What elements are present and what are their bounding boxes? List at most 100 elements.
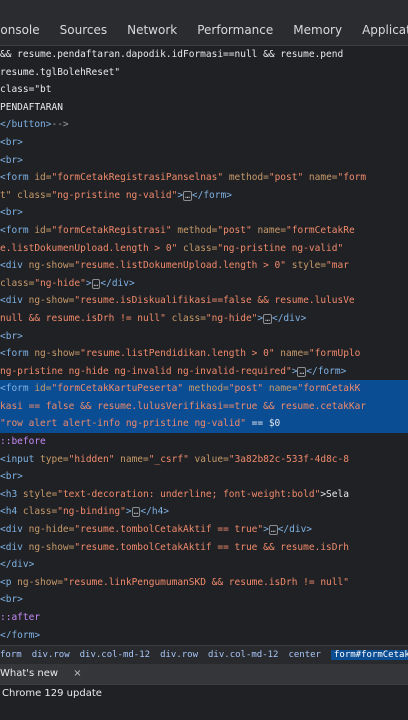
code-token: class= xyxy=(0,277,35,289)
dom-node-line[interactable]: class="ng-hide">… </div> xyxy=(0,275,408,293)
code-token: <form xyxy=(0,224,35,236)
code-token: name= xyxy=(120,453,149,465)
elements-tree[interactable]: && resume.pendaftaran.dapodik.idFormasi=… xyxy=(0,46,408,638)
collapsed-ellipsis-icon[interactable]: … xyxy=(268,525,278,536)
tab-console[interactable]: Console xyxy=(0,23,50,37)
dom-node-line[interactable]: class="bt xyxy=(0,81,408,99)
dom-node-line[interactable]: <h3 style="text-decoration: underline; f… xyxy=(0,486,408,504)
dom-node-line[interactable]: && resume.pendaftaran.dapodik.idFormasi=… xyxy=(0,46,408,64)
collapsed-ellipsis-icon[interactable]: … xyxy=(183,190,192,201)
dom-node-line[interactable]: e.listDokumenUpload.length > 0" class="n… xyxy=(0,240,408,258)
tab-sources[interactable]: Sources xyxy=(50,23,117,37)
code-token: style= xyxy=(22,488,58,500)
dom-node-line[interactable]: <div ng-show="resume.tombolCetakAktif ==… xyxy=(0,539,408,557)
dom-node-line[interactable]: </div> xyxy=(0,556,408,574)
dom-node-line[interactable]: <div ng-show="resume.listDokumenUpload.l… xyxy=(0,257,408,275)
dom-node-line[interactable]: <br> xyxy=(0,204,408,222)
code-token: style= xyxy=(291,260,327,272)
code-token: </div> xyxy=(271,312,307,324)
whats-new-panel: Chrome 129 update xyxy=(0,684,408,720)
selected-dom-node-line[interactable]: kasi == false && resume.lulusVerifikasi=… xyxy=(0,397,408,416)
code-token: class= xyxy=(171,312,206,324)
dom-node-line[interactable]: <h4 class="ng-binding">… </h4> xyxy=(0,503,408,521)
code-token: id= xyxy=(34,383,52,395)
code-token: "3a82b82c-533f-4d8c-8 xyxy=(228,453,349,465)
dom-node-line[interactable]: <input type="hidden" name="_csrf" value=… xyxy=(0,451,408,469)
dom-node-line[interactable]: <form id="formCetakRegistrasiPanselnas" … xyxy=(0,169,408,187)
code-token: ng-show= xyxy=(34,348,81,360)
dom-node-line[interactable]: ::after xyxy=(0,609,408,627)
breadcrumb-item[interactable]: center xyxy=(288,650,321,660)
dom-node-line[interactable]: <div ng-hide="resume.tombolCetakAktif ==… xyxy=(0,521,408,539)
breadcrumb-item[interactable]: div.col-md-12 xyxy=(80,650,150,660)
collapsed-ellipsis-icon[interactable]: … xyxy=(263,313,272,324)
breadcrumb-item[interactable]: form xyxy=(0,650,22,660)
code-token: </div> xyxy=(100,277,135,289)
dom-node-line[interactable]: <br> xyxy=(0,591,408,609)
code-token: name= xyxy=(308,172,338,184)
dom-node-line[interactable]: <br> xyxy=(0,328,408,346)
code-token: ng-show= xyxy=(28,541,75,553)
close-icon[interactable]: × xyxy=(73,668,81,679)
code-token: "ng-pristine ng-valid" xyxy=(51,189,178,201)
selected-dom-node-line[interactable]: "row alert alert-info ng-pristine ng-val… xyxy=(0,415,408,434)
code-token: <br> xyxy=(0,136,23,148)
code-token: PENDAFTARAN xyxy=(0,101,63,113)
code-token: ng-pristine ng-hide ng-invalid ng-invali… xyxy=(0,365,292,377)
dom-node-line[interactable]: PENDAFTARAN xyxy=(0,99,408,117)
dom-node-line[interactable]: ::before xyxy=(0,433,408,451)
code-token: resume.tglBolehReset" xyxy=(0,66,121,78)
tab-performance[interactable]: Performance xyxy=(187,23,283,37)
update-title: Chrome 129 update xyxy=(2,688,102,699)
code-token: <div xyxy=(0,260,29,272)
dom-node-line[interactable]: <p ng-show="resume.linkPengumumanSKD && … xyxy=(0,574,408,592)
code-token: --> xyxy=(51,119,69,131)
code-token: <h3 xyxy=(0,488,23,500)
dom-node-line[interactable]: null && resume.isDrh != null" class="ng-… xyxy=(0,310,408,328)
code-token: method= xyxy=(228,172,269,184)
code-token: method= xyxy=(177,224,218,236)
code-token: </h4> xyxy=(140,506,170,518)
code-token: <input xyxy=(0,453,41,465)
code-token: value= xyxy=(194,453,229,465)
dom-node-line[interactable]: <div ng-show="resume.isDiskualifikasi==f… xyxy=(0,292,408,310)
code-token: "resume.tombolCetakAktif == true && resu… xyxy=(74,541,349,553)
code-token: ng-show= xyxy=(17,576,63,588)
dom-node-line[interactable]: <br> xyxy=(0,468,408,486)
drawer-tab-whats-new[interactable]: What's new xyxy=(0,668,58,679)
drawer-tab-bar: What's new × xyxy=(0,664,408,684)
code-token: ng-hide= xyxy=(28,524,75,536)
dom-node-line[interactable]: <form id="formCetakRegistrasi" method="p… xyxy=(0,222,408,240)
code-token: t" class= xyxy=(0,189,52,201)
collapsed-ellipsis-icon[interactable]: … xyxy=(297,366,307,377)
selected-dom-node-line[interactable]: <form id="formCetakKartuPeserta" method=… xyxy=(0,380,408,398)
code-token: "formCetakRegistrasiPanselnas" xyxy=(51,172,229,184)
code-token: <br> xyxy=(0,594,23,606)
breadcrumb-item[interactable]: div.row xyxy=(160,650,198,660)
dom-node-line[interactable]: t" class="ng-pristine ng-valid">… </form> xyxy=(0,187,408,205)
tab-application[interactable]: Applicat xyxy=(352,23,408,37)
code-token: "post" xyxy=(217,224,258,236)
code-token: "row alert alert-info ng-pristine ng-val… xyxy=(0,418,246,430)
code-token: class="bt xyxy=(0,84,52,96)
code-token: > xyxy=(263,524,269,536)
tab-network[interactable]: Network xyxy=(117,23,187,37)
dom-node-line[interactable]: <br> xyxy=(0,152,408,170)
code-token: <p xyxy=(0,576,18,588)
devtools-tab-bar: Console Sources Network Performance Memo… xyxy=(0,0,408,46)
code-token: <br> xyxy=(0,330,23,342)
breadcrumb-item[interactable]: form#formCetakKartuPe xyxy=(330,650,408,660)
dom-node-line[interactable]: ng-pristine ng-hide ng-invalid ng-invali… xyxy=(0,363,408,381)
dom-node-line[interactable]: <br> xyxy=(0,134,408,152)
dom-node-line[interactable]: </form> xyxy=(0,627,408,638)
tab-memory[interactable]: Memory xyxy=(283,23,352,37)
code-token: <div xyxy=(0,295,29,307)
breadcrumb-item[interactable]: div.col-md-12 xyxy=(208,650,278,660)
dom-node-line[interactable]: resume.tglBolehReset" xyxy=(0,64,408,82)
code-token: "formCetakRe xyxy=(286,224,355,236)
breadcrumb-item[interactable]: div.row xyxy=(32,650,70,660)
code-token: "post" xyxy=(268,172,309,184)
dom-node-line[interactable]: <form ng-show="resume.listPendidikan.len… xyxy=(0,345,408,363)
dom-node-line[interactable]: </button>--> xyxy=(0,116,408,134)
code-token: && resume.pendaftaran.dapodik.idFormasi=… xyxy=(0,49,344,60)
